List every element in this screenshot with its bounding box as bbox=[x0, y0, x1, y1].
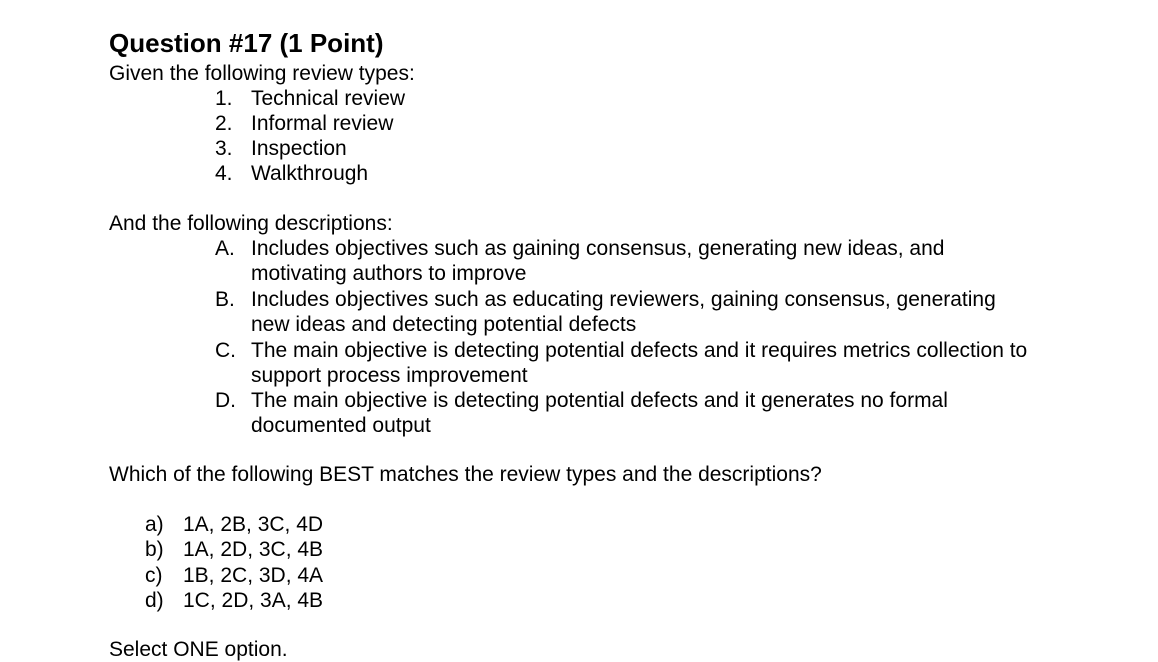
descriptions-intro: And the following descriptions: bbox=[109, 212, 393, 235]
description-letter: A. bbox=[215, 237, 235, 260]
description-text-line-1: Includes objectives such as educating re… bbox=[251, 288, 996, 311]
answer-option-text: 1C, 2D, 3A, 4B bbox=[183, 589, 324, 612]
question-page: Question #17 (1 Point) Given the followi… bbox=[0, 0, 1158, 661]
review-type-number: 1. bbox=[215, 87, 233, 110]
answer-option-letter: c) bbox=[145, 564, 163, 587]
selection-instruction: Select ONE option. bbox=[109, 638, 288, 661]
review-type-number: 4. bbox=[215, 162, 233, 185]
description-letter: B. bbox=[215, 288, 235, 311]
description-text-line-1: The main objective is detecting potentia… bbox=[251, 389, 948, 412]
description-text-line-2: motivating authors to improve bbox=[251, 262, 527, 285]
review-type-label: Technical review bbox=[251, 87, 406, 110]
description-letter: C. bbox=[215, 339, 236, 362]
description-text-line-1: The main objective is detecting potentia… bbox=[251, 339, 1028, 362]
description-letter: D. bbox=[215, 389, 236, 412]
answer-option-letter: d) bbox=[145, 589, 164, 612]
question-title: Question #17 (1 Point) bbox=[109, 28, 384, 58]
answer-option-letter: a) bbox=[145, 513, 164, 536]
review-type-number: 2. bbox=[215, 112, 233, 135]
description-text-line-2: new ideas and detecting potential defect… bbox=[251, 313, 637, 336]
question-intro: Given the following review types: bbox=[109, 62, 415, 85]
answer-option-text: 1A, 2B, 3C, 4D bbox=[183, 513, 324, 536]
review-type-label: Walkthrough bbox=[251, 162, 369, 185]
answer-option-text: 1A, 2D, 3C, 4B bbox=[183, 538, 324, 561]
review-type-label: Informal review bbox=[251, 112, 394, 135]
question-prompt: Which of the following BEST matches the … bbox=[109, 463, 822, 486]
description-text-line-1: Includes objectives such as gaining cons… bbox=[251, 237, 945, 260]
answer-option-letter: b) bbox=[145, 538, 164, 561]
description-text-line-2: documented output bbox=[251, 414, 431, 437]
review-type-number: 3. bbox=[215, 137, 233, 160]
review-type-label: Inspection bbox=[251, 137, 347, 160]
description-text-line-2: support process improvement bbox=[251, 364, 528, 387]
answer-option-text: 1B, 2C, 3D, 4A bbox=[183, 564, 324, 587]
